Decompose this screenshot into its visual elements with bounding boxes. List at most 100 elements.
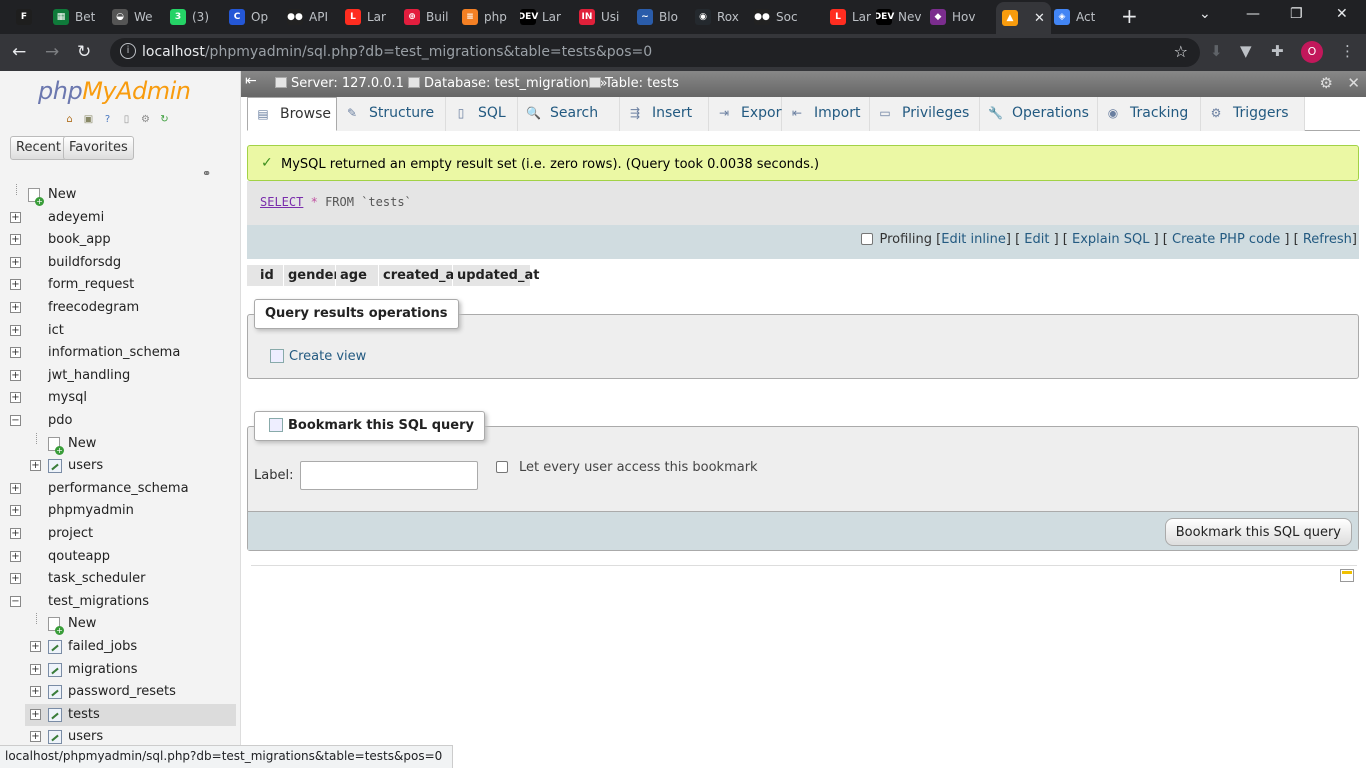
- tab-operations[interactable]: 🔧 Operations: [980, 97, 1098, 131]
- reload-nav-icon[interactable]: ↻: [157, 112, 172, 127]
- table-icon[interactable]: [48, 685, 62, 700]
- expand-icon[interactable]: +: [30, 731, 41, 743]
- tree-item-database[interactable]: + project: [0, 523, 236, 545]
- expand-icon[interactable]: +: [30, 708, 41, 720]
- maximize-icon[interactable]: ❐: [1290, 6, 1303, 22]
- tab-triggers[interactable]: ⚙ Triggers: [1201, 97, 1305, 131]
- browser-tab[interactable]: 3 (3): [170, 4, 209, 30]
- browser-tab[interactable]: ⊕ Buil: [404, 4, 449, 30]
- create-php-code-link[interactable]: Create PHP code: [1172, 232, 1280, 247]
- new-tab-icon[interactable]: +: [1121, 4, 1138, 28]
- create-view-link[interactable]: Create view: [270, 349, 366, 364]
- expand-icon[interactable]: +: [10, 573, 21, 585]
- tree-item-new[interactable]: New: [0, 432, 236, 455]
- minimize-icon[interactable]: —: [1246, 6, 1260, 22]
- browser-tab[interactable]: ▦ Bet: [53, 4, 95, 30]
- tab-structure[interactable]: ✎ Structure: [337, 97, 446, 131]
- collapse-nav-icon[interactable]: ⇤: [245, 73, 257, 89]
- extensions-puzzle-icon[interactable]: ✚: [1271, 42, 1284, 60]
- column-header[interactable]: age: [336, 265, 379, 286]
- tree-item-database[interactable]: − pdo: [0, 410, 236, 432]
- tab-insert[interactable]: ⇶ Insert: [620, 97, 709, 131]
- column-header[interactable]: updated_at: [453, 265, 539, 286]
- tab-browse[interactable]: ▤ Browse: [247, 97, 337, 131]
- browser-tab[interactable]: ◆ Hov: [930, 4, 975, 30]
- site-info-icon[interactable]: i: [120, 43, 136, 59]
- expand-icon[interactable]: +: [10, 550, 21, 562]
- profiling-checkbox[interactable]: [861, 233, 874, 245]
- tree-item-table[interactable]: + failed_jobs: [0, 636, 236, 658]
- tree-item-database[interactable]: + ict: [0, 320, 236, 342]
- browser-tab[interactable]: ▲ ✕: [996, 2, 1051, 34]
- logout-icon[interactable]: ▣: [81, 112, 96, 127]
- expand-icon[interactable]: +: [30, 641, 41, 652]
- tab-export[interactable]: ⇥ Export: [709, 97, 787, 131]
- tab-search-icon[interactable]: ⌄: [1199, 6, 1211, 22]
- share-bookmark-checkbox[interactable]: [496, 461, 508, 473]
- browser-tab[interactable]: ◒ We: [112, 4, 153, 30]
- tab-tracking[interactable]: ◉ Tracking: [1098, 97, 1201, 131]
- column-header[interactable]: id: [247, 265, 284, 286]
- tree-item-database[interactable]: + jwt_handling: [0, 365, 236, 387]
- settings-gear-icon[interactable]: ⚙: [138, 112, 153, 127]
- browser-tab[interactable]: C Op: [229, 4, 268, 30]
- table-icon[interactable]: [48, 640, 62, 654]
- column-header[interactable]: gender: [284, 265, 340, 286]
- reload-icon[interactable]: ↻: [77, 42, 91, 62]
- help-icon[interactable]: ?: [100, 112, 115, 127]
- browser-tab[interactable]: ◈ Act: [1054, 4, 1095, 30]
- explain-sql-link[interactable]: Explain SQL: [1072, 232, 1149, 247]
- bookmark-query-button[interactable]: Bookmark this SQL query: [1164, 518, 1352, 546]
- expand-icon[interactable]: +: [10, 279, 21, 291]
- browser-tab[interactable]: DEV Nev: [876, 4, 921, 30]
- expand-icon[interactable]: +: [10, 324, 21, 336]
- collapse-icon[interactable]: −: [10, 415, 21, 426]
- close-window-icon[interactable]: ✕: [1336, 6, 1348, 22]
- tree-item-database[interactable]: + buildforsdg: [0, 252, 236, 274]
- breadcrumb-server[interactable]: Server: 127.0.0.1 »: [275, 76, 416, 91]
- tree-item-database[interactable]: + qouteapp: [0, 546, 236, 568]
- docs-icon[interactable]: ▯: [119, 112, 134, 127]
- tree-item-database[interactable]: + adeyemi: [0, 207, 236, 229]
- expand-icon[interactable]: +: [10, 211, 21, 223]
- phpmyadmin-logo[interactable]: phpMyAdmin: [38, 77, 191, 105]
- tab-import[interactable]: ⇤ Import: [782, 97, 870, 131]
- table-icon[interactable]: [48, 662, 62, 677]
- link-with-main-panel-icon[interactable]: ⚭: [202, 167, 211, 180]
- topbar-close-icon[interactable]: ✕: [1347, 74, 1360, 92]
- bookmark-label-input[interactable]: [300, 461, 478, 490]
- home-icon[interactable]: ⌂: [62, 112, 77, 127]
- tree-item-table[interactable]: + tests: [25, 703, 236, 726]
- tree-item-new[interactable]: New: [0, 184, 236, 206]
- edit-inline-link[interactable]: Edit inline: [941, 232, 1006, 247]
- address-bar[interactable]: i localhost/phpmyadmin/sql.php?db=test_m…: [110, 38, 1200, 67]
- table-icon[interactable]: [48, 707, 62, 722]
- address-url[interactable]: localhost/phpmyadmin/sql.php?db=test_mig…: [142, 44, 652, 60]
- tree-item-database[interactable]: + information_schema: [0, 342, 236, 364]
- favorites-button[interactable]: Favorites: [63, 136, 134, 160]
- expand-icon[interactable]: +: [10, 392, 21, 404]
- console-icon[interactable]: [1340, 569, 1354, 582]
- profile-avatar[interactable]: O: [1301, 41, 1323, 63]
- edit-link[interactable]: Edit: [1024, 232, 1049, 247]
- expand-icon[interactable]: +: [10, 482, 21, 494]
- recent-button[interactable]: Recent: [10, 136, 67, 160]
- tree-item-database[interactable]: − test_migrations: [0, 591, 236, 613]
- forward-icon[interactable]: →: [45, 42, 59, 62]
- tree-item-database[interactable]: + mysql: [0, 387, 236, 409]
- vue-devtools-icon[interactable]: ▼: [1240, 42, 1252, 60]
- browser-tab[interactable]: ●● Soc: [754, 4, 798, 30]
- expand-icon[interactable]: +: [10, 369, 21, 381]
- breadcrumb-table[interactable]: Table: tests: [589, 76, 679, 91]
- expand-icon[interactable]: +: [30, 686, 41, 698]
- expand-icon[interactable]: +: [10, 256, 21, 268]
- bookmark-star-icon[interactable]: ☆: [1174, 42, 1188, 61]
- tree-item-new[interactable]: New: [0, 613, 236, 636]
- page-settings-gear-icon[interactable]: ⚙: [1320, 74, 1333, 92]
- back-icon[interactable]: ←: [12, 42, 26, 62]
- close-tab-icon[interactable]: ✕: [1034, 11, 1045, 26]
- browser-tab[interactable]: ◉ Rox: [695, 4, 739, 30]
- tree-item-table[interactable]: + password_resets: [0, 681, 236, 703]
- tab-sql[interactable]: ▯ SQL: [446, 97, 518, 131]
- browser-tab[interactable]: DEV Lar: [520, 4, 561, 30]
